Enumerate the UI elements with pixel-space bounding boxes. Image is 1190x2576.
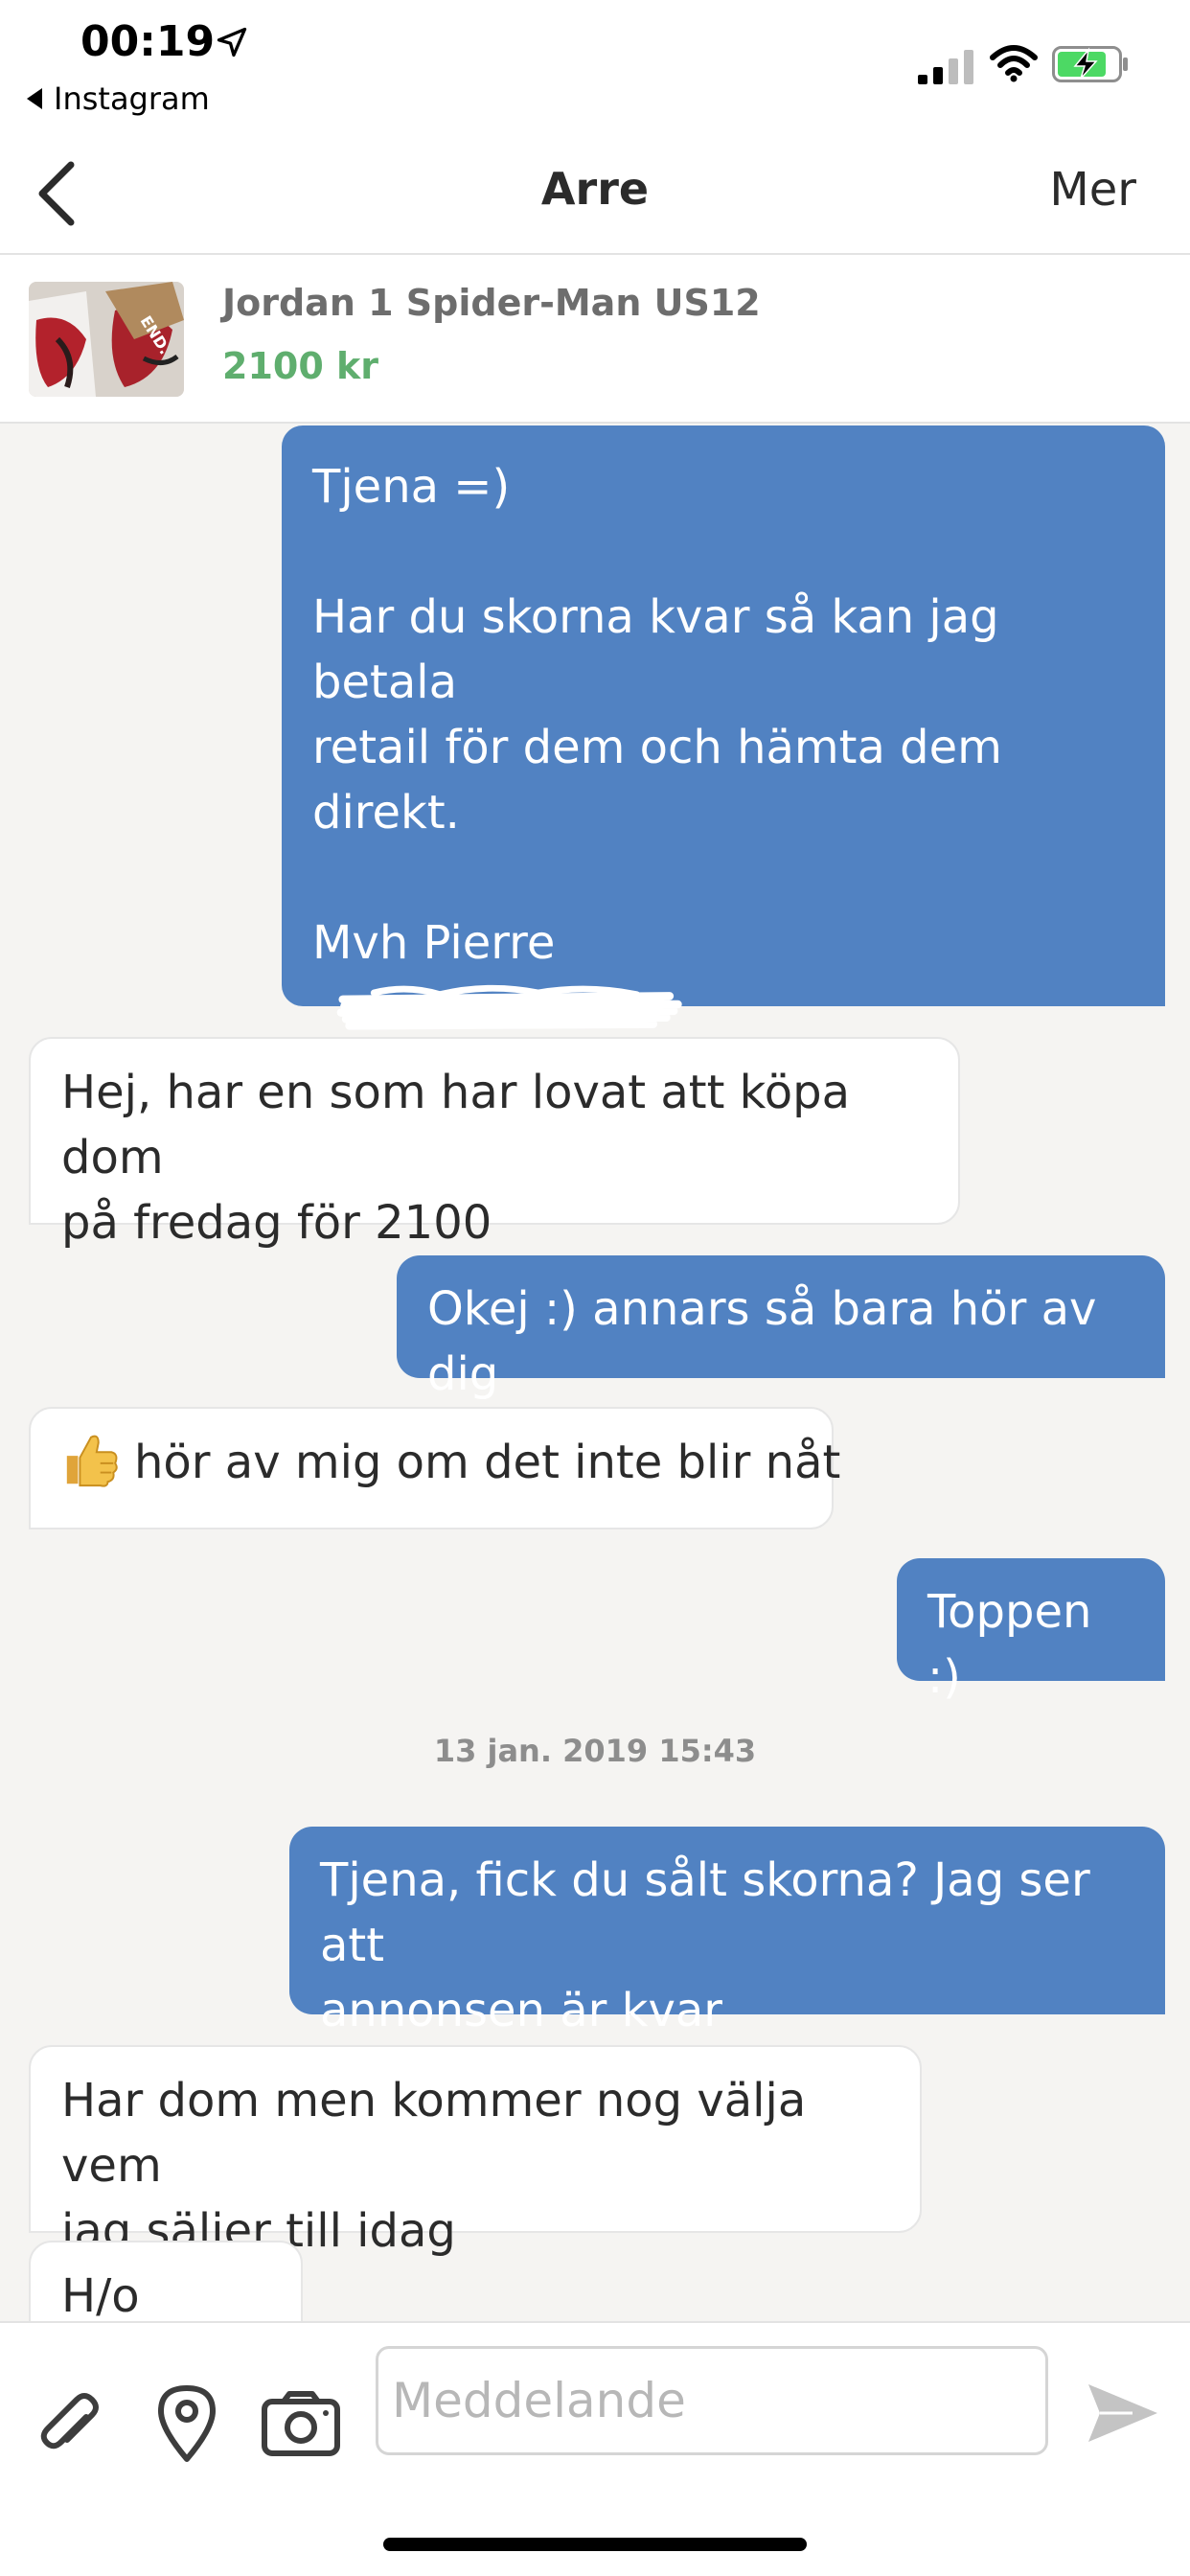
message-bubble-outgoing[interactable]: Toppen :) [897, 1558, 1165, 1704]
wifi-icon [990, 45, 1038, 82]
back-to-app-link[interactable]: Instagram [27, 80, 210, 117]
status-time: 00:19 [80, 17, 216, 66]
chat-screen: 00:19 Instagram Arre Mer END. Jordan 1 S… [0, 0, 1190, 2576]
location-pin-icon[interactable] [153, 2382, 220, 2463]
message-bubble-outgoing[interactable]: Tjena =) Har du skorna kvar så kan jag b… [282, 426, 1165, 1030]
message-text: Har dom men kommer nog välja vem jag säl… [61, 2074, 807, 2258]
message-input-wrapper [376, 2346, 1048, 2455]
home-indicator[interactable] [383, 2538, 807, 2551]
message-bubble-incoming[interactable]: Har dom men kommer nog välja vem jag säl… [29, 2045, 922, 2258]
status-bar: 00:19 Instagram [0, 0, 1190, 134]
cellular-signal-icon [918, 50, 973, 84]
location-arrow-icon [217, 27, 247, 58]
back-triangle-icon [27, 88, 42, 109]
conversation-title: Arre [540, 163, 650, 215]
listing-header[interactable]: END. Jordan 1 Spider-Man US12 2100 kr [0, 255, 1190, 424]
message-text: Hej, har en som har lovat att köpa dom p… [61, 1066, 850, 1250]
battery-charging-icon [1052, 46, 1128, 82]
camera-icon[interactable] [261, 2390, 341, 2457]
message-text: Tjena =) Har du skorna kvar så kan jag b… [312, 460, 1002, 970]
back-app-label: Instagram [54, 80, 210, 117]
more-button[interactable]: Mer [1049, 163, 1136, 217]
message-text: Toppen :) [927, 1585, 1092, 1704]
message-text: Okej :) annars så bara hör av dig [427, 1282, 1097, 1401]
listing-price: 2100 kr [222, 345, 379, 387]
send-icon[interactable] [1085, 2379, 1161, 2448]
message-bubble-incoming[interactable]: hör av mig om det inte blir nåt [29, 1407, 840, 1530]
message-bubble-outgoing[interactable]: Okej :) annars så bara hör av dig [397, 1255, 1165, 1401]
date-separator: 13 jan. 2019 15:43 [433, 1733, 757, 1769]
paperclip-icon[interactable] [36, 2388, 109, 2461]
listing-title: Jordan 1 Spider-Man US12 [222, 282, 761, 324]
message-bubble-incoming[interactable]: Hej, har en som har lovat att köpa dom p… [29, 1037, 960, 1250]
nav-bar: Arre Mer [0, 134, 1190, 255]
sneaker-box-image: END. [29, 282, 184, 397]
message-bubble-outgoing[interactable]: Tjena, fick du sålt skorna? Jag ser att … [289, 1827, 1165, 2037]
message-input[interactable] [378, 2349, 1045, 2452]
listing-thumbnail[interactable]: END. [29, 282, 184, 397]
message-text: hör av mig om det inte blir nåt [134, 1436, 841, 1489]
message-text: Tjena, fick du sålt skorna? Jag ser att … [320, 1853, 1090, 2037]
redacted-phone-scribble [336, 984, 682, 1030]
thumbs-up-icon [66, 1435, 118, 1487]
